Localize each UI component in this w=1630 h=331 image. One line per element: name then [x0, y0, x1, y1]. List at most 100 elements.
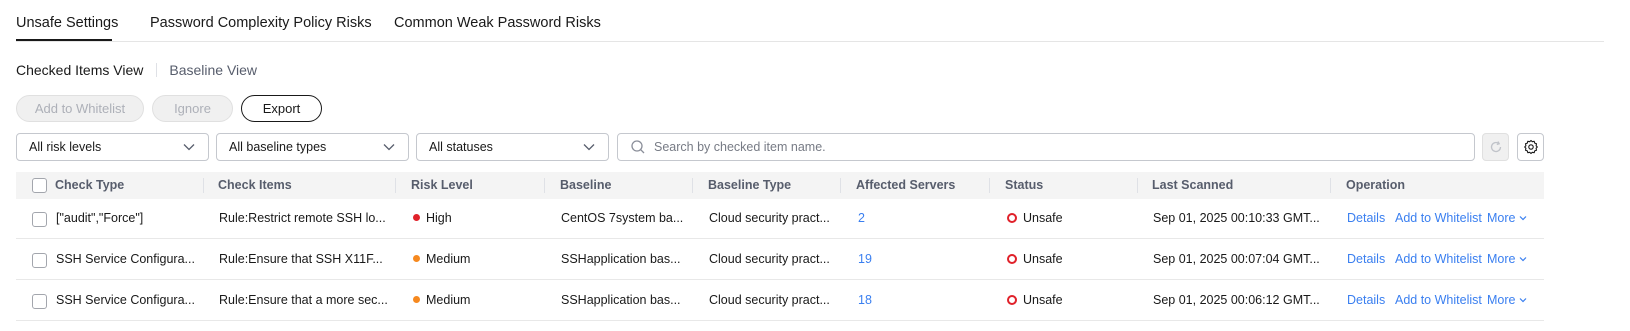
header-check-items[interactable]: Check Items [218, 178, 292, 192]
check-item-cell: Rule:Restrict remote SSH lo... [219, 211, 386, 225]
more-label: More [1487, 252, 1516, 266]
last-scanned-cell: Sep 01, 2025 00:06:12 GMT... [1153, 293, 1320, 307]
tab-common-weak-password[interactable]: Common Weak Password Risks [394, 15, 601, 31]
table-header: Check Type Check Items Risk Level Baseli… [16, 172, 1544, 199]
header-divider [1137, 178, 1138, 193]
more-dropdown[interactable]: More [1487, 293, 1527, 307]
header-baseline[interactable]: Baseline [560, 178, 611, 192]
unsafe-status-icon [1007, 295, 1017, 305]
chevron-down-icon [383, 144, 395, 151]
baseline-type-value: All baseline types [229, 140, 327, 154]
add-to-whitelist-link[interactable]: Add to Whitelist [1395, 211, 1482, 225]
baseline-type-select[interactable]: All baseline types [216, 133, 409, 161]
ignore-button[interactable]: Ignore [152, 95, 233, 122]
refresh-button[interactable] [1482, 133, 1509, 161]
status-text: Unsafe [1023, 211, 1063, 225]
header-divider [692, 178, 693, 193]
baseline-type-cell: Cloud security pract... [709, 252, 830, 266]
affected-servers-link[interactable]: 2 [858, 211, 865, 225]
tab-unsafe-settings[interactable]: Unsafe Settings [16, 15, 118, 31]
add-to-whitelist-button[interactable]: Add to Whitelist [16, 95, 144, 122]
risk-level-cell: Medium [413, 252, 470, 266]
high-risk-dot-icon [413, 214, 420, 221]
details-link[interactable]: Details [1347, 211, 1385, 225]
chevron-down-icon [183, 144, 195, 151]
unsafe-status-icon [1007, 213, 1017, 223]
search-box [617, 133, 1475, 161]
more-dropdown[interactable]: More [1487, 211, 1527, 225]
baseline-cell: SSHapplication bas... [561, 293, 681, 307]
header-affected-servers[interactable]: Affected Servers [856, 178, 955, 192]
medium-risk-dot-icon [413, 296, 420, 303]
row-checkbox[interactable] [32, 294, 47, 309]
risk-level-value: All risk levels [29, 140, 102, 154]
risk-level-text: Medium [426, 293, 471, 307]
header-operation: Operation [1346, 178, 1406, 192]
status-select[interactable]: All statuses [416, 133, 609, 161]
add-to-whitelist-link[interactable]: Add to Whitelist [1395, 293, 1482, 307]
checked-items-view[interactable]: Checked Items View [16, 62, 143, 78]
risk-level-cell: High [413, 211, 452, 225]
more-label: More [1487, 293, 1516, 307]
more-dropdown[interactable]: More [1487, 252, 1527, 266]
status-cell: Unsafe [1007, 293, 1063, 307]
row-checkbox[interactable] [32, 212, 47, 227]
header-risk-level[interactable]: Risk Level [411, 178, 473, 192]
select-all-checkbox[interactable] [32, 178, 47, 193]
header-status[interactable]: Status [1005, 178, 1043, 192]
chevron-down-icon [1520, 298, 1527, 303]
header-divider [544, 178, 545, 193]
header-check-type[interactable]: Check Type [55, 178, 124, 192]
chevron-down-icon [1520, 216, 1527, 221]
check-type-cell: SSH Service Configura... [56, 252, 195, 266]
table-row: SSH Service Configura... Rule:Ensure tha… [16, 240, 1544, 280]
search-input[interactable] [654, 140, 1454, 154]
risk-level-text: Medium [426, 252, 471, 266]
affected-servers-link[interactable]: 18 [858, 293, 872, 307]
baseline-type-cell: Cloud security pract... [709, 293, 830, 307]
header-divider [1330, 178, 1331, 193]
unsafe-status-icon [1007, 254, 1017, 264]
last-scanned-cell: Sep 01, 2025 00:10:33 GMT... [1153, 211, 1320, 225]
search-icon [631, 140, 645, 154]
tab-password-complexity[interactable]: Password Complexity Policy Risks [150, 15, 372, 31]
check-item-cell: Rule:Ensure that SSH X11F... [219, 252, 383, 266]
check-item-cell: Rule:Ensure that a more sec... [219, 293, 388, 307]
risk-level-select[interactable]: All risk levels [16, 133, 209, 161]
status-text: Unsafe [1023, 293, 1063, 307]
refresh-icon [1490, 141, 1501, 153]
settings-button[interactable] [1517, 133, 1544, 161]
chevron-down-icon [583, 144, 595, 151]
export-button[interactable]: Export [241, 95, 322, 122]
view-switch: Checked Items View Baseline View [16, 62, 257, 78]
gear-icon [1523, 139, 1538, 155]
baseline-cell: SSHapplication bas... [561, 252, 681, 266]
baseline-view[interactable]: Baseline View [169, 62, 257, 78]
more-label: More [1487, 211, 1516, 225]
baseline-type-cell: Cloud security pract... [709, 211, 830, 225]
status-cell: Unsafe [1007, 211, 1063, 225]
chevron-down-icon [1520, 257, 1527, 262]
medium-risk-dot-icon [413, 255, 420, 262]
tab-bar: Unsafe Settings Password Complexity Poli… [16, 0, 1604, 42]
baseline-cell: CentOS 7system ba... [561, 211, 684, 225]
header-baseline-type[interactable]: Baseline Type [708, 178, 791, 192]
table-row: SSH Service Configura... Rule:Ensure tha… [16, 281, 1544, 321]
view-divider [156, 63, 158, 77]
status-cell: Unsafe [1007, 252, 1063, 266]
status-value: All statuses [429, 140, 493, 154]
header-divider [989, 178, 990, 193]
check-type-cell: SSH Service Configura... [56, 293, 195, 307]
table-row: ["audit","Force"] Rule:Restrict remote S… [16, 199, 1544, 239]
details-link[interactable]: Details [1347, 252, 1385, 266]
affected-servers-link[interactable]: 19 [858, 252, 872, 266]
risk-level-text: High [426, 211, 452, 225]
header-divider [203, 178, 204, 193]
last-scanned-cell: Sep 01, 2025 00:07:04 GMT... [1153, 252, 1320, 266]
status-text: Unsafe [1023, 252, 1063, 266]
header-last-scanned[interactable]: Last Scanned [1152, 178, 1233, 192]
add-to-whitelist-link[interactable]: Add to Whitelist [1395, 252, 1482, 266]
details-link[interactable]: Details [1347, 293, 1385, 307]
row-checkbox[interactable] [32, 253, 47, 268]
header-divider [840, 178, 841, 193]
